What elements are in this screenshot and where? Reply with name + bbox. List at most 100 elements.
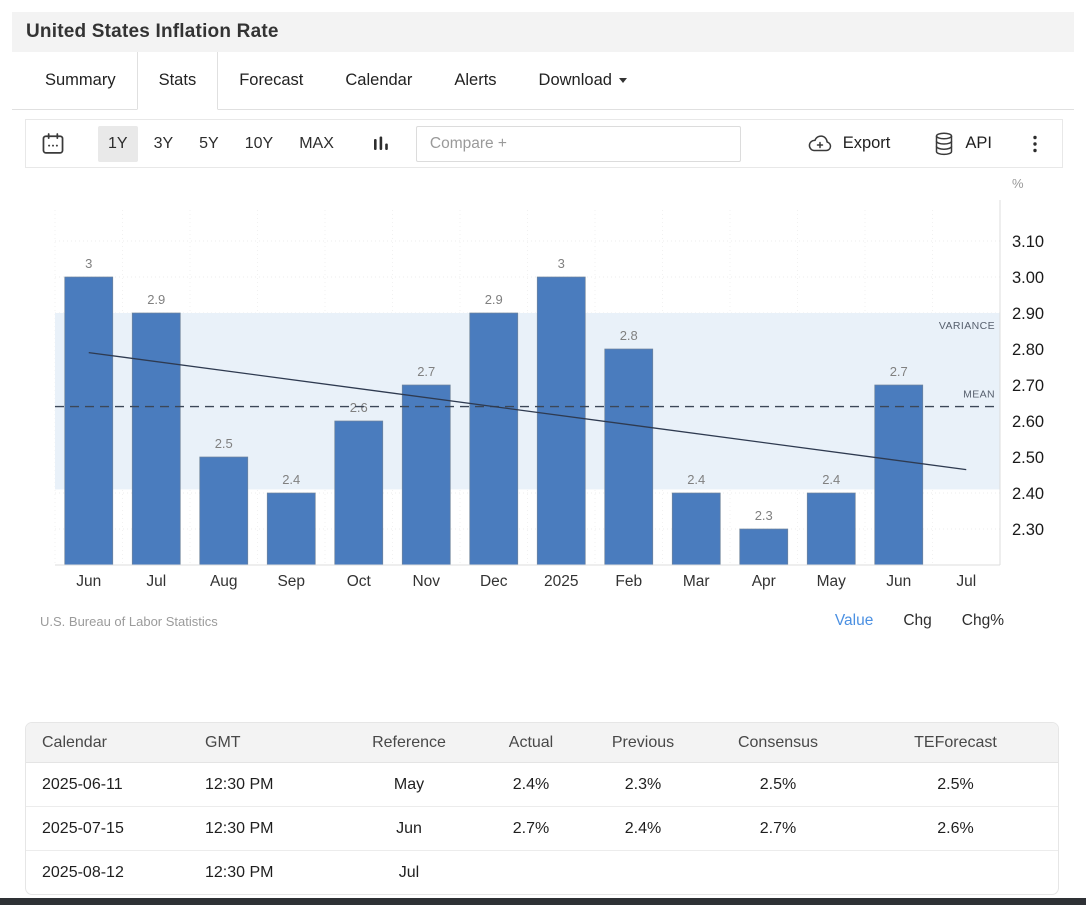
- cell-teforecast: 2.6%: [853, 807, 1058, 851]
- bar-Apr[interactable]: [740, 529, 788, 565]
- range-10y[interactable]: 10Y: [235, 126, 283, 162]
- table-row: 2025-08-12 12:30 PM Jul: [26, 851, 1058, 895]
- x-tick-label: Nov: [412, 573, 440, 590]
- cell-gmt: 12:30 PM: [189, 807, 339, 851]
- cloud-export-icon: [806, 132, 834, 156]
- export-button[interactable]: Export: [806, 132, 891, 156]
- x-tick-label: Feb: [615, 573, 642, 590]
- bar-May[interactable]: [807, 493, 855, 565]
- cell-previous: [583, 851, 703, 895]
- cell-consensus: [703, 851, 853, 895]
- col-gmt: GMT: [189, 723, 339, 763]
- source-attribution: U.S. Bureau of Labor Statistics: [40, 614, 218, 629]
- bar-Oct[interactable]: [335, 421, 383, 565]
- x-tick-label: Mar: [683, 573, 710, 590]
- range-selector: 1Y 3Y 5Y 10Y MAX: [98, 126, 344, 162]
- cell-reference: Jul: [339, 851, 479, 895]
- x-tick-label: Jul: [146, 573, 166, 590]
- bar-value-label: 2.7: [890, 364, 908, 379]
- cell-date: 2025-08-12: [26, 851, 189, 895]
- cell-reference: Jun: [339, 807, 479, 851]
- toggle-value[interactable]: Value: [835, 612, 874, 630]
- tab-summary[interactable]: Summary: [24, 52, 137, 110]
- footer-divider-bar: [0, 898, 1086, 905]
- range-5y[interactable]: 5Y: [189, 126, 229, 162]
- x-tick-label: 2025: [544, 573, 578, 590]
- tab-stats[interactable]: Stats: [137, 52, 219, 110]
- table-row: 2025-07-15 12:30 PM Jun 2.7% 2.4% 2.7% 2…: [26, 807, 1058, 851]
- tab-bar-edge: [12, 52, 24, 110]
- bar-Jul[interactable]: [132, 313, 180, 565]
- calendar-table: Calendar GMT Reference Actual Previous C…: [26, 723, 1058, 894]
- variance-label: VARIANCE: [939, 320, 995, 332]
- bar-2025[interactable]: [537, 277, 585, 565]
- range-3y[interactable]: 3Y: [144, 126, 184, 162]
- kebab-icon[interactable]: [1026, 133, 1044, 155]
- bar-Feb[interactable]: [605, 349, 653, 565]
- tab-download-label: Download: [539, 71, 612, 90]
- bar-value-label: 2.9: [147, 292, 165, 307]
- bar-Aug[interactable]: [200, 457, 248, 565]
- cell-previous: 2.4%: [583, 807, 703, 851]
- bar-Nov[interactable]: [402, 385, 450, 565]
- bar-value-label: 2.4: [282, 472, 300, 487]
- bar-value-label: 2.9: [485, 292, 503, 307]
- chart-footer: U.S. Bureau of Labor Statistics Value Ch…: [40, 606, 1066, 636]
- bar-value-label: 2.4: [822, 472, 840, 487]
- compare-input[interactable]: [416, 126, 741, 162]
- x-tick-label: Jul: [956, 573, 976, 590]
- bar-value-label: 3: [85, 256, 92, 271]
- mean-label: MEAN: [963, 389, 995, 401]
- cell-consensus: 2.5%: [703, 763, 853, 807]
- col-actual: Actual: [479, 723, 583, 763]
- bar-Jun[interactable]: [875, 385, 923, 565]
- bar-Dec[interactable]: [470, 313, 518, 565]
- range-max[interactable]: MAX: [289, 126, 344, 162]
- range-1y[interactable]: 1Y: [98, 126, 138, 162]
- tab-calendar[interactable]: Calendar: [324, 52, 433, 110]
- column-chart-icon[interactable]: [370, 133, 392, 155]
- bar-value-label: 2.6: [350, 400, 368, 415]
- y-tick-label: 2.30: [1012, 521, 1044, 539]
- x-tick-label: Jun: [76, 573, 101, 590]
- tab-alerts[interactable]: Alerts: [433, 52, 517, 110]
- y-tick-label: 2.70: [1012, 377, 1044, 395]
- cell-teforecast: [853, 851, 1058, 895]
- cell-actual: 2.4%: [479, 763, 583, 807]
- x-tick-label: May: [817, 573, 847, 590]
- y-tick-label: 2.50: [1012, 449, 1044, 467]
- tab-bar-filler: [648, 52, 1074, 110]
- cell-consensus: 2.7%: [703, 807, 853, 851]
- cell-date: 2025-06-11: [26, 763, 189, 807]
- export-label: Export: [843, 134, 891, 153]
- series-toggles: Value Chg Chg%: [835, 612, 1004, 630]
- col-teforecast: TEForecast: [853, 723, 1058, 763]
- y-tick-label: 2.40: [1012, 485, 1044, 503]
- tab-forecast[interactable]: Forecast: [218, 52, 324, 110]
- api-button[interactable]: API: [932, 131, 992, 157]
- chart-area: 32.92.52.42.62.72.932.82.42.32.42.7%3.10…: [20, 170, 1066, 610]
- api-label: API: [965, 134, 992, 153]
- calendar-table-card: Calendar GMT Reference Actual Previous C…: [25, 722, 1059, 895]
- bar-Mar[interactable]: [672, 493, 720, 565]
- bar-Jun[interactable]: [65, 277, 113, 565]
- x-tick-label: Dec: [480, 573, 508, 590]
- bar-Sep[interactable]: [267, 493, 315, 565]
- y-tick-label: 3.00: [1012, 269, 1044, 287]
- cell-actual: [479, 851, 583, 895]
- x-tick-label: Apr: [752, 573, 776, 590]
- bar-value-label: 2.4: [687, 472, 705, 487]
- table-header-row: Calendar GMT Reference Actual Previous C…: [26, 723, 1058, 763]
- col-previous: Previous: [583, 723, 703, 763]
- bar-value-label: 2.8: [620, 328, 638, 343]
- calendar-icon[interactable]: [40, 131, 66, 157]
- bar-value-label: 2.5: [215, 436, 233, 451]
- toggle-chgpct[interactable]: Chg%: [962, 612, 1004, 630]
- page-title: United States Inflation Rate: [26, 21, 279, 43]
- toggle-chg[interactable]: Chg: [903, 612, 931, 630]
- database-icon: [932, 131, 956, 157]
- table-row: 2025-06-11 12:30 PM May 2.4% 2.3% 2.5% 2…: [26, 763, 1058, 807]
- tab-download[interactable]: Download: [518, 52, 648, 110]
- x-tick-label: Oct: [347, 573, 372, 590]
- cell-reference: May: [339, 763, 479, 807]
